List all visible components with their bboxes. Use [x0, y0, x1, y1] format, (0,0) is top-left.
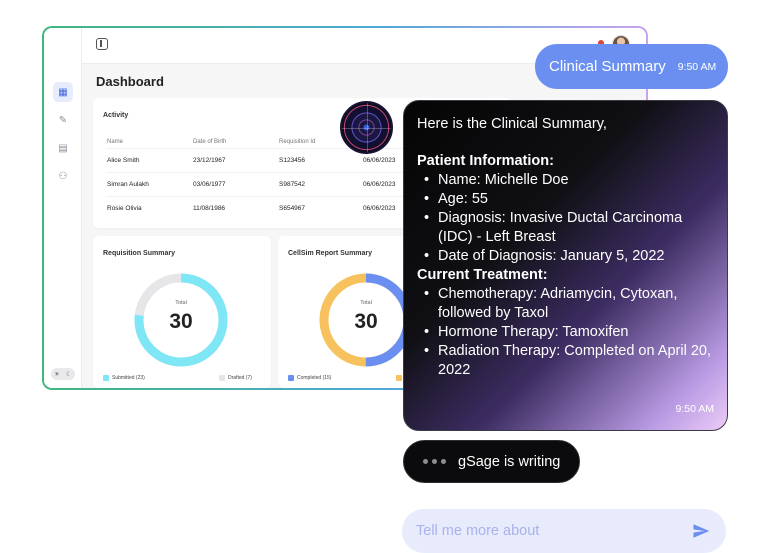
table-cell: 23/12/1967 — [193, 147, 279, 172]
typing-dots-icon — [423, 459, 446, 464]
requisition-summary-title: Requisition Summary — [103, 250, 175, 257]
message-composer — [402, 509, 726, 553]
cellsim-summary-title: CellSim Report Summary — [288, 250, 373, 257]
requisition-summary-card: Requisition Summary Total 30 Submitted (… — [93, 236, 271, 388]
page-title: Dashboard — [96, 74, 164, 89]
list-item: Diagnosis: Invasive Ductal Carcinoma (ID… — [417, 209, 713, 247]
treatment-heading: Current Treatment: — [417, 267, 548, 283]
sun-icon: ☀ — [54, 371, 60, 378]
sidebar-item-tests[interactable]: ✎ — [53, 110, 73, 130]
list-item: Date of Diagnosis: January 5, 2022 — [417, 247, 713, 266]
table-cell: 11/08/1986 — [193, 195, 279, 220]
legend-label: Completed (15) — [297, 375, 332, 381]
sidebar-item-users[interactable]: ⚇ — [53, 166, 73, 186]
requisition-donut-chart: Total 30 — [131, 270, 231, 370]
legend-swatch — [219, 375, 225, 381]
user-message-text: Clinical Summary — [549, 58, 666, 75]
bot-message-bubble: Here is the Clinical Summary, Patient In… — [403, 100, 728, 431]
legend-label: Drafted (7) — [228, 375, 252, 381]
table-cell: 03/06/1977 — [193, 171, 279, 196]
legend-label: Submitted (23) — [112, 375, 145, 381]
activity-title: Activity — [103, 112, 129, 119]
message-input[interactable] — [416, 523, 676, 539]
table-cell: Rosie Olivia — [107, 195, 193, 220]
send-icon[interactable] — [692, 522, 710, 540]
sidebar: ▦ ✎ ▤ ⚇ ☀ ☾ — [44, 28, 82, 388]
legend-swatch — [103, 375, 109, 381]
theme-toggle[interactable]: ☀ ☾ — [51, 368, 75, 380]
legend-item — [396, 375, 402, 381]
list-item: Radiation Therapy: Completed on April 20… — [417, 342, 713, 380]
table-cell: Alice Smith — [107, 147, 193, 172]
list-item: Name: Michelle Doe — [417, 171, 713, 190]
sidebar-collapse-icon[interactable] — [96, 38, 108, 50]
gsage-logo-icon — [340, 101, 393, 154]
table-row[interactable]: Simran Aulakh 03/06/1977 S987542 06/06/2… — [107, 171, 413, 196]
table-row[interactable]: Rosie Olivia 11/08/1986 S654967 06/06/20… — [107, 195, 413, 220]
user-message-bubble: Clinical Summary 9:50 AM — [535, 44, 728, 89]
typing-indicator: gSage is writing — [403, 440, 580, 483]
donut-total-value: 30 — [354, 310, 378, 333]
legend-item: Submitted (23) — [103, 375, 145, 381]
legend-swatch — [396, 375, 402, 381]
table-cell: Simran Aulakh — [107, 171, 193, 196]
users-icon: ⚇ — [58, 170, 68, 182]
typing-indicator-text: gSage is writing — [458, 453, 561, 470]
table-cell: S654967 — [279, 195, 363, 220]
treatment-list: Chemotherapy: Adriamycin, Cytoxan, follo… — [417, 285, 713, 380]
sidebar-item-reports[interactable]: ▤ — [53, 138, 73, 158]
patient-info-heading: Patient Information: — [417, 153, 554, 169]
message-timestamp: 9:50 AM — [677, 60, 717, 73]
list-item: Chemotherapy: Adriamycin, Cytoxan, follo… — [417, 285, 713, 323]
legend-item: Completed (15) — [288, 375, 331, 381]
patient-info-list: Name: Michelle Doe Age: 55 Diagnosis: In… — [417, 171, 713, 266]
donut-total-value: 30 — [169, 310, 193, 333]
sidebar-item-dashboard[interactable]: ▦ — [53, 82, 73, 102]
legend-swatch — [288, 375, 294, 381]
list-item: Hormone Therapy: Tamoxifen — [417, 323, 713, 342]
column-header: Date of Birth — [193, 138, 227, 145]
cellsim-donut-chart: Total 30 — [316, 270, 416, 370]
bot-message-intro: Here is the Clinical Summary, — [417, 116, 607, 132]
list-item: Age: 55 — [417, 190, 713, 209]
table-cell: S123456 — [279, 147, 363, 172]
donut-total-label: Total — [175, 300, 187, 306]
document-icon: ▤ — [58, 142, 68, 154]
moon-icon: ☾ — [66, 371, 72, 378]
pen-icon: ✎ — [58, 114, 68, 126]
donut-total-label: Total — [360, 300, 372, 306]
column-header: Name — [107, 138, 124, 145]
table-cell: S987542 — [279, 171, 363, 196]
legend-item: Drafted (7) — [219, 375, 252, 381]
grid-icon: ▦ — [58, 86, 68, 98]
message-timestamp: 9:50 AM — [675, 403, 714, 415]
